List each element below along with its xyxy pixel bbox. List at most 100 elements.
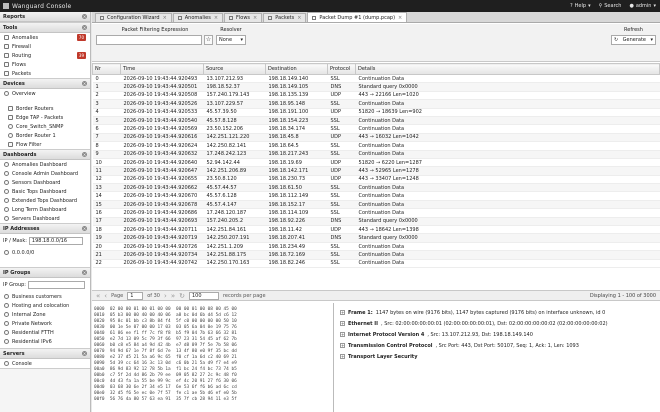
sidebar-item-anomalies[interactable]: Anomalies 70 [0, 33, 90, 42]
tab-packets[interactable]: Packets × [263, 13, 307, 22]
table-row[interactable]: 0 2026-09-10 19:43:44.920493 13.107.212.93… [92, 74, 660, 84]
user-menu[interactable]: ● admin ▾ [629, 3, 656, 9]
tab-packet-dump[interactable]: Packet Dump #1 (dump.pcap) × [307, 12, 408, 22]
ip-addresses-panel-header[interactable]: IP Addresses × [0, 224, 90, 234]
ip-group-item[interactable]: Hosting and colocation [0, 301, 90, 310]
table-row[interactable]: 16 2026-09-10 19:43:44.920686 17.248.120.1… [92, 208, 660, 218]
sidebar-item-anomalies-dashboard[interactable]: Anomalies Dashboard [0, 160, 90, 169]
close-icon[interactable]: × [163, 15, 167, 21]
tree-node[interactable]: + Ethernet II, Src: 02:00:00:00:00:01 (02… [340, 318, 656, 329]
sidebar-item-servers-dashboard[interactable]: Servers Dashboard [0, 214, 90, 223]
sidebar-item-flow-filter[interactable]: Flow Filter [0, 140, 90, 149]
table-row[interactable]: 18 2026-09-10 19:43:44.920711 142.251.84.1… [92, 225, 660, 235]
table-row[interactable]: 19 2026-09-10 19:43:44.920719 142.250.207.… [92, 233, 660, 243]
sidebar-item-sensors-dashboard[interactable]: Sensors Dashboard [0, 178, 90, 187]
sidebar-item-flows[interactable]: Flows [0, 60, 90, 69]
prev-page-icon[interactable]: ‹ [104, 292, 107, 300]
table-row[interactable]: 1 2026-09-10 19:43:44.920501 198.18.52.37 1… [92, 82, 660, 92]
sidebar-item-routing[interactable]: Routing 39 [0, 51, 90, 60]
tree-node[interactable]: + Internet Protocol Version 4, Src: 13.10… [340, 329, 656, 340]
table-row[interactable]: 3 2026-09-10 19:43:44.920526 13.107.229.57… [92, 99, 660, 109]
sidebar-item-overview[interactable]: Overview [0, 89, 90, 98]
column-header-details[interactable]: Details [355, 63, 660, 75]
expand-icon[interactable]: + [340, 321, 345, 326]
tab-configuration-wizard[interactable]: Configuration Wizard × [95, 13, 172, 22]
tree-node[interactable]: + Frame 1: 1147 bytes on wire (9176 bits)… [340, 307, 656, 318]
servers-panel-header[interactable]: Servers × [0, 349, 90, 359]
sidebar-item-edge-tap[interactable]: Edge TAP - Packets [0, 113, 90, 122]
table-row[interactable]: 6 2026-09-10 19:43:44.920569 23.50.152.206… [92, 124, 660, 134]
per-page-select[interactable]: 100 [188, 291, 219, 300]
filter-expression-input[interactable] [96, 35, 202, 45]
ip-group-input[interactable] [28, 281, 85, 289]
table-row[interactable]: 8 2026-09-10 19:43:44.920624 142.250.82.14… [92, 141, 660, 151]
table-row[interactable]: 17 2026-09-10 19:43:44.920693 157.240.205.… [92, 217, 660, 227]
table-row[interactable]: 9 2026-09-10 19:43:44.920632 17.248.242.12… [92, 150, 660, 159]
star-icon[interactable]: ☆ [204, 35, 213, 45]
sidebar-item-extended-tops-dashboard[interactable]: Extended Tops Dashboard [0, 196, 90, 205]
collapse-icon[interactable]: × [82, 152, 87, 157]
collapse-icon[interactable]: × [82, 14, 87, 19]
resolver-select[interactable]: None ▾ [216, 35, 246, 45]
last-page-icon[interactable]: » [171, 292, 175, 300]
table-row[interactable]: 10 2026-09-10 19:43:44.920640 52.94.142.44… [92, 158, 660, 168]
expand-icon[interactable]: + [340, 332, 345, 337]
ip-groups-panel-header[interactable]: IP Groups × [0, 268, 90, 278]
ip-group-item[interactable]: Business customers [0, 292, 90, 301]
sidebar-item-packets[interactable]: Packets [0, 69, 90, 78]
generate-button[interactable]: ↻ Generate ▾ [611, 35, 656, 45]
expand-icon[interactable]: + [340, 310, 345, 315]
search-button[interactable]: ⚲ Search [599, 3, 622, 9]
column-header-time[interactable]: Time [120, 63, 204, 75]
table-row[interactable]: 20 2026-09-10 19:43:44.920726 142.251.1.20… [92, 242, 660, 252]
tree-node[interactable]: + Transmission Control Protocol, Src Port… [340, 340, 656, 351]
sidebar-item-border-router-1[interactable]: Border Router 1 [0, 131, 90, 140]
table-row[interactable]: 5 2026-09-10 19:43:44.920540 45.57.8.128 19… [92, 116, 660, 126]
table-row[interactable]: 22 2026-09-10 19:43:44.920742 142.250.170.… [92, 259, 660, 269]
expand-icon[interactable]: + [340, 354, 345, 359]
devices-panel-header[interactable]: Devices × [0, 79, 90, 89]
tab-anomalies[interactable]: Anomalies × [172, 13, 224, 22]
table-row[interactable]: 11 2026-09-10 19:43:44.920647 142.251.206.… [92, 166, 660, 176]
table-row[interactable]: 4 2026-09-10 19:43:44.920533 45.57.39.50 19… [92, 108, 660, 117]
sidebar-item-firewall[interactable]: Firewall [0, 42, 90, 51]
table-row[interactable]: 14 2026-09-10 19:43:44.920670 45.57.6.128 1… [92, 191, 660, 201]
table-row[interactable]: 7 2026-09-10 19:43:44.920616 142.251.121.2… [92, 133, 660, 143]
table-row[interactable]: 21 2026-09-10 19:43:44.920734 142.251.88.1… [92, 250, 660, 260]
next-page-icon[interactable]: › [164, 292, 167, 300]
ip-group-item[interactable]: Private Network [0, 319, 90, 328]
ip-mask-input[interactable]: 198.18.0.0/16 [28, 237, 83, 245]
refresh-icon[interactable]: ↻ [179, 292, 185, 300]
ip-group-item[interactable]: Residential IPv6 [0, 337, 90, 346]
collapse-icon[interactable]: × [82, 81, 87, 86]
close-icon[interactable]: × [253, 15, 257, 21]
table-row[interactable]: 12 2026-09-10 19:43:44.920655 23.50.8.120 1… [92, 175, 660, 185]
reports-panel-header[interactable]: Reports × [0, 12, 90, 22]
ip-group-item[interactable]: Internal Zone [0, 310, 90, 319]
column-header-source[interactable]: Source [203, 63, 266, 75]
close-icon[interactable]: × [297, 15, 301, 21]
first-page-icon[interactable]: « [96, 292, 100, 300]
column-header-protocol[interactable]: Protocol [327, 63, 356, 75]
table-row[interactable]: 15 2026-09-10 19:43:44.920678 45.57.4.147 1… [92, 200, 660, 210]
collapse-icon[interactable]: × [82, 226, 87, 231]
sidebar-item-long-term-dashboard[interactable]: Long Term Dashboard [0, 205, 90, 214]
sidebar-item-core-switch[interactable]: Core_Switch_SNMP [0, 122, 90, 131]
hex-dump-pane[interactable]: 0000 02 00 00 01 00 01 00 00 00 00 01 00… [92, 303, 334, 412]
tools-panel-header[interactable]: Tools × [0, 23, 90, 33]
page-input[interactable]: 1 [127, 291, 144, 300]
table-row[interactable]: 13 2026-09-10 19:43:44.920662 45.57.44.57 1… [92, 183, 660, 193]
sidebar-item-border-routers[interactable]: Border Routers [0, 104, 90, 113]
dashboards-panel-header[interactable]: Dashboards × [0, 150, 90, 160]
table-row[interactable]: 2 2026-09-10 19:43:44.920508 157.240.179.1… [92, 91, 660, 101]
sidebar-item-console[interactable]: Console [0, 359, 90, 368]
tab-flows[interactable]: Flows × [224, 13, 263, 22]
close-icon[interactable]: × [214, 15, 218, 21]
collapse-icon[interactable]: × [82, 270, 87, 275]
close-icon[interactable]: × [398, 15, 402, 21]
collapse-icon[interactable]: × [82, 25, 87, 30]
help-menu[interactable]: ? Help ▾ [570, 3, 591, 9]
ip-group-item[interactable]: Residential FTTH [0, 328, 90, 337]
collapse-icon[interactable]: × [82, 351, 87, 356]
tree-node[interactable]: + Transport Layer Security [340, 351, 656, 362]
